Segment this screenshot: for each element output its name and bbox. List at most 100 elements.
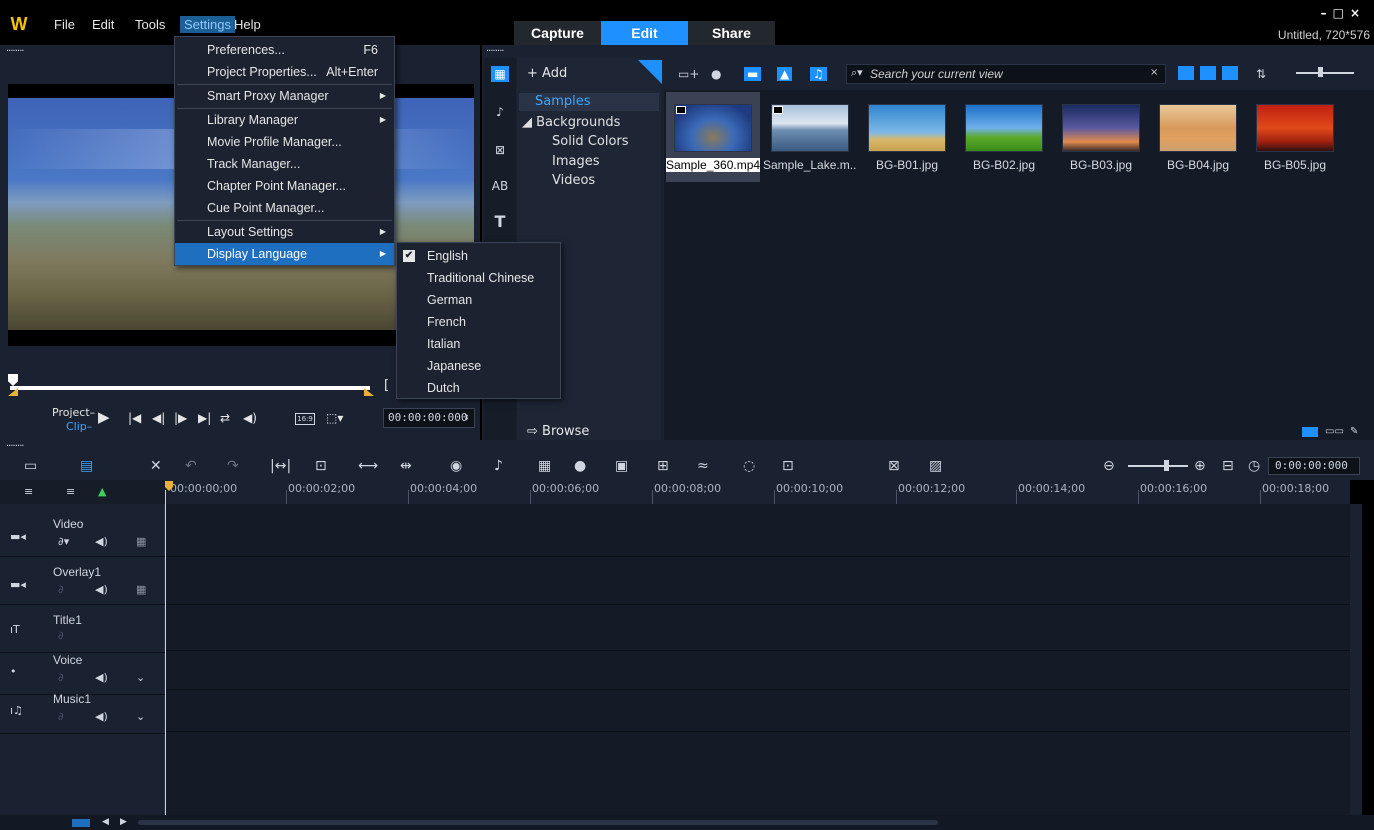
menu-item-chapter-point[interactable]: Chapter Point Manager... [175,175,394,197]
grid-view-icon[interactable] [1222,66,1238,80]
tab-share[interactable]: Share [688,21,775,45]
close-icon[interactable]: × [1350,6,1366,20]
pan-zoom-icon[interactable]: ⊡ [782,458,794,474]
media-category-icon[interactable]: ▦ [491,66,509,82]
thumbnail-size-handle[interactable] [1318,67,1323,77]
timecode-field[interactable]: 00:00:00:000 ⬍ [383,408,475,428]
scrubber-bar[interactable] [10,386,370,390]
track-zoom-icon[interactable] [72,819,90,827]
menu-item-preferences[interactable]: Preferences... F6 [175,39,394,61]
storyboard-view-icon[interactable]: ▭ [24,458,37,474]
next-frame-icon[interactable]: |▶ [174,411,187,425]
thumbnail-size-slider[interactable] [1296,72,1354,74]
previous-frame-icon[interactable]: ◀| [152,411,165,425]
menu-item-track-manager[interactable]: Track Manager... [175,153,394,175]
language-dutch[interactable]: Dutch [397,377,560,399]
end-icon[interactable]: ▶| [198,411,211,425]
title-editor-icon[interactable]: ▣ [615,458,628,474]
mute-icon[interactable]: ◀) [95,710,108,723]
timeline-zoom-slider[interactable] [1128,465,1188,467]
language-italian[interactable]: Italian [397,333,560,355]
track-header-voice[interactable]: • Voice ∂ ◀) ⌄ [0,651,165,695]
import-media-icon[interactable]: ▭+ [678,67,699,81]
menu-item-layout-settings[interactable]: Layout Settings ▶ [175,221,394,243]
tree-item-videos[interactable]: Videos [552,173,595,188]
thumbnail-item[interactable]: BG-B03.jpg [1054,92,1148,182]
thumbnail-item[interactable]: BG-B01.jpg [860,92,954,182]
title-category-icon[interactable]: T [491,214,509,230]
thumbnail-view-icon[interactable] [1178,66,1194,80]
timecode-spinner-icon[interactable]: ⬍ [463,409,470,427]
tree-item-backgrounds[interactable]: ◢ Backgrounds [522,115,620,130]
minimize-icon[interactable]: – [1321,6,1333,20]
template-category-icon[interactable]: AB [491,178,509,194]
painting-icon[interactable]: ▨ [929,458,942,474]
mute-icon[interactable]: ◀) [95,583,108,596]
menu-settings[interactable]: Settings [180,16,235,33]
timeline-zoom-handle[interactable] [1164,460,1169,471]
menu-help[interactable]: Help [234,17,261,32]
language-german[interactable]: German [397,289,560,311]
mask-creator-icon[interactable]: ● [574,458,586,474]
motion-tracking-icon[interactable]: ≈ [697,458,709,474]
language-english[interactable]: ✔ English [397,245,560,267]
menu-item-cue-point[interactable]: Cue Point Manager... [175,197,394,219]
crop-dropdown-icon[interactable]: ⬚▾ [326,411,343,425]
clip-mode-toggle[interactable]: Clip– [66,420,92,433]
language-traditional-chinese[interactable]: Traditional Chinese [397,267,560,289]
thumbnail-item[interactable]: Sample_Lake.m... [763,92,857,182]
record-icon[interactable]: ● [711,67,721,81]
library-layout-icon[interactable]: ▭▭ [1325,426,1344,437]
zoom-in-icon[interactable]: ⊕ [1194,458,1206,474]
tools-icon[interactable]: ✕ [150,458,162,474]
mute-icon[interactable]: ◀) [95,535,108,548]
split-screen-icon[interactable]: ⊞ [657,458,669,474]
show-audio-icon[interactable]: ♫ [810,67,827,81]
fit-timeline-icon[interactable]: ⊟ [1222,458,1234,474]
thumbnail-item[interactable]: BG-B02.jpg [957,92,1051,182]
zoom-out-icon[interactable]: ⊖ [1103,458,1115,474]
menu-item-project-properties[interactable]: Project Properties... Alt+Enter [175,61,394,83]
track-header-title[interactable]: ıT Title1 ∂ [0,609,165,653]
list-view-icon[interactable] [1200,66,1216,80]
menu-item-display-language[interactable]: Display Language ▶ [175,243,394,265]
browse-button[interactable]: ⇨ Browse [527,424,589,439]
title-track-lane[interactable] [166,609,1350,651]
window-controls[interactable]: –□× [1306,6,1366,20]
expand-chevron-icon[interactable]: ⌄ [136,710,145,723]
menu-tools[interactable]: Tools [135,17,165,32]
tab-capture[interactable]: Capture [514,21,601,45]
show-videos-icon[interactable]: ▬ [744,67,762,81]
timeline-timecode[interactable]: 0:00:00:000 [1268,457,1360,475]
tree-item-images[interactable]: Images [552,154,600,169]
track-header-overlay[interactable]: ▬◂ Overlay1 ∂ ◀) ▦ [0,561,165,605]
add-track-icon[interactable]: ≡ [66,485,75,498]
menu-item-smart-proxy[interactable]: Smart Proxy Manager ▶ [175,85,394,107]
restore-icon[interactable]: □ [1333,6,1350,20]
instant-project-icon[interactable]: ▦ [538,458,551,474]
home-icon[interactable]: |◀ [128,411,141,425]
repeat-track-icon[interactable]: ▦ [136,535,146,548]
tree-item-solid-colors[interactable]: Solid Colors [552,134,629,149]
menu-item-library-manager[interactable]: Library Manager ▶ [175,109,394,131]
redo-icon[interactable]: ↷ [227,458,239,474]
show-photos-icon[interactable]: ▲ [777,67,793,81]
transition-category-icon[interactable]: ⊠ [491,142,509,158]
language-french[interactable]: French [397,311,560,333]
thumbnail-item[interactable]: BG-B05.jpg [1248,92,1342,182]
tree-item-samples[interactable]: Samples [519,93,659,111]
track-header-music[interactable]: ı♫ Music1 ∂ ◀) ⌄ [0,690,165,734]
track-header-video[interactable]: ▬◂ Video ∂▾ ◀) ▦ [0,513,165,557]
timeline-vertical-scrollbar[interactable] [1350,504,1362,815]
link-icon[interactable]: ∂ [58,710,64,723]
rotate-icon[interactable]: ◌ [743,458,755,474]
fit-project-icon[interactable]: |↔| [270,458,291,474]
ripple-edit-icon[interactable]: ▲ [98,485,106,498]
library-options-icon[interactable] [1302,427,1318,437]
audio-mixer-icon[interactable]: ♪ [494,458,503,474]
repeat-track-icon[interactable]: ▦ [136,583,146,596]
library-edit-icon[interactable]: ✎ [1350,426,1358,437]
link-icon[interactable]: ∂ [58,583,64,596]
app-logo-icon[interactable]: W [8,14,30,34]
mute-icon[interactable]: ◀) [95,671,108,684]
